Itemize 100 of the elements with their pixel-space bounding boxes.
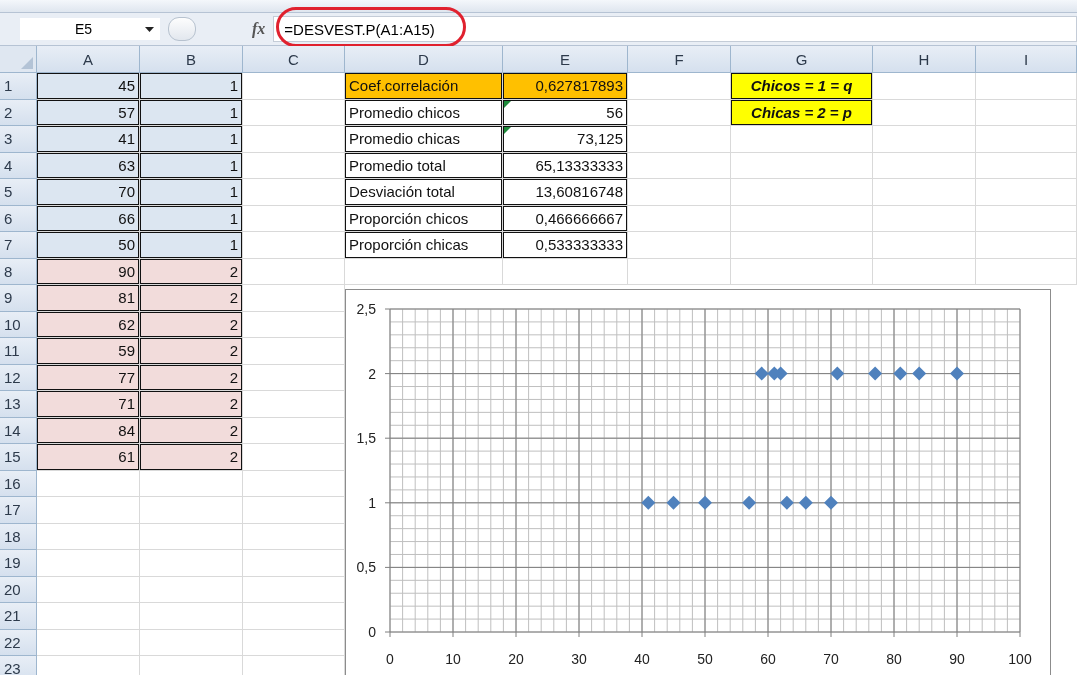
table-cell[interactable]: 1 bbox=[140, 179, 243, 206]
column-header[interactable]: E bbox=[503, 46, 628, 73]
row-header[interactable]: 18 bbox=[0, 523, 37, 550]
table-cell[interactable]: 63 bbox=[37, 152, 140, 179]
table-cell[interactable]: 90 bbox=[37, 258, 140, 285]
table-cell[interactable]: 2 bbox=[140, 258, 243, 285]
table-cell[interactable]: 2 bbox=[140, 338, 243, 365]
row-header[interactable]: 4 bbox=[0, 152, 37, 179]
row-header[interactable]: 9 bbox=[0, 285, 37, 312]
table-cell[interactable]: Proporción chicas bbox=[345, 232, 503, 259]
table-cell[interactable]: 13,60816748 bbox=[503, 179, 628, 206]
table-cell[interactable]: 2 bbox=[140, 391, 243, 418]
row-header[interactable]: 17 bbox=[0, 497, 37, 524]
row-header[interactable]: 5 bbox=[0, 179, 37, 206]
row-header[interactable]: 22 bbox=[0, 629, 37, 656]
table-cell[interactable]: 1 bbox=[140, 126, 243, 153]
table-cell[interactable]: 2 bbox=[140, 364, 243, 391]
table-cell[interactable]: Coef.correlación bbox=[345, 73, 503, 100]
table-cell[interactable]: Promedio chicos bbox=[345, 99, 503, 126]
table-cell[interactable]: 71 bbox=[37, 391, 140, 418]
data-point bbox=[779, 495, 794, 510]
axis-label: 1 bbox=[368, 494, 376, 511]
axis-label: 0,5 bbox=[356, 559, 376, 576]
table-cell[interactable]: 1 bbox=[140, 205, 243, 232]
data-point bbox=[666, 495, 681, 510]
table-cell[interactable]: 77 bbox=[37, 364, 140, 391]
table-cell[interactable]: Promedio total bbox=[345, 152, 503, 179]
table-cell[interactable]: 2 bbox=[140, 311, 243, 338]
table-cell[interactable]: 1 bbox=[140, 99, 243, 126]
table-cell[interactable]: 1 bbox=[140, 73, 243, 100]
table-cell[interactable]: 70 bbox=[37, 179, 140, 206]
chart-area[interactable]: 0 0,5 1 1,5 2 2,5 0 10 20 30 40 50 60 70 80 90 100 bbox=[345, 289, 1051, 675]
table-cell[interactable]: 50 bbox=[37, 232, 140, 259]
column-header[interactable]: G bbox=[731, 46, 873, 73]
caret-icon[interactable] bbox=[145, 26, 154, 32]
column-header[interactable]: D bbox=[345, 46, 503, 73]
table-cell[interactable]: 41 bbox=[37, 126, 140, 153]
row-header[interactable]: 20 bbox=[0, 576, 37, 603]
table-cell[interactable]: Chicas = 2 = p bbox=[731, 99, 873, 126]
column-header[interactable]: H bbox=[873, 46, 976, 73]
triangle-icon bbox=[21, 57, 33, 69]
axis-label: 50 bbox=[697, 651, 713, 667]
column-header[interactable]: I bbox=[976, 46, 1077, 73]
table-cell[interactable]: 0,627817893 bbox=[503, 73, 628, 100]
row-header[interactable]: 15 bbox=[0, 444, 37, 471]
axis-label: 0 bbox=[368, 624, 376, 640]
row-header[interactable]: 12 bbox=[0, 364, 37, 391]
insert-function-button[interactable]: fx bbox=[252, 20, 266, 38]
table-cell[interactable]: 61 bbox=[37, 444, 140, 471]
table-cell[interactable]: 2 bbox=[140, 285, 243, 312]
column-header[interactable]: F bbox=[628, 46, 731, 73]
column-header[interactable]: A bbox=[37, 46, 140, 73]
name-box[interactable]: E5 bbox=[20, 18, 160, 40]
table-cell[interactable]: 73,125 bbox=[503, 126, 628, 153]
row-header[interactable]: 10 bbox=[0, 311, 37, 338]
row-header[interactable]: 13 bbox=[0, 391, 37, 418]
table-cell[interactable]: Desviación total bbox=[345, 179, 503, 206]
table-cell[interactable]: Promedio chicas bbox=[345, 126, 503, 153]
table-cell[interactable]: 56 bbox=[503, 99, 628, 126]
row-header[interactable]: 11 bbox=[0, 338, 37, 365]
table-cell[interactable]: 2 bbox=[140, 417, 243, 444]
table-cell[interactable]: 0,533333333 bbox=[503, 232, 628, 259]
axis-label: 10 bbox=[445, 651, 461, 667]
row-header[interactable]: 8 bbox=[0, 258, 37, 285]
table-cell[interactable]: 59 bbox=[37, 338, 140, 365]
row-header[interactable]: 3 bbox=[0, 126, 37, 153]
table-cell[interactable]: 57 bbox=[37, 99, 140, 126]
table-cell[interactable]: 81 bbox=[37, 285, 140, 312]
table-cell[interactable]: 0,466666667 bbox=[503, 205, 628, 232]
data-point bbox=[912, 366, 927, 381]
row-header[interactable]: 7 bbox=[0, 232, 37, 259]
table-cell[interactable]: 1 bbox=[140, 232, 243, 259]
table-cell[interactable]: 1 bbox=[140, 152, 243, 179]
table-cell[interactable]: 2 bbox=[140, 444, 243, 471]
row-header[interactable]: 1 bbox=[0, 73, 37, 100]
select-all-button[interactable] bbox=[0, 46, 37, 73]
column-header[interactable]: C bbox=[243, 46, 345, 73]
table-cell[interactable]: 84 bbox=[37, 417, 140, 444]
table-cell[interactable]: 65,13333333 bbox=[503, 152, 628, 179]
row-header[interactable]: 14 bbox=[0, 417, 37, 444]
row-header[interactable]: 6 bbox=[0, 205, 37, 232]
row-header[interactable]: 19 bbox=[0, 550, 37, 577]
axis-label: 1,5 bbox=[356, 430, 376, 447]
data-point bbox=[754, 366, 769, 381]
table-cell[interactable]: 45 bbox=[37, 73, 140, 100]
table-cell[interactable]: 66 bbox=[37, 205, 140, 232]
axis-label: 40 bbox=[634, 651, 650, 667]
formula-field[interactable]: =DESVEST.P(A1:A15) bbox=[273, 16, 1077, 42]
column-header[interactable]: B bbox=[140, 46, 243, 73]
table-cell[interactable]: Proporción chicos bbox=[345, 205, 503, 232]
row-header[interactable]: 21 bbox=[0, 603, 37, 630]
table-cell[interactable]: 62 bbox=[37, 311, 140, 338]
table-cell[interactable]: Chicos = 1 = q bbox=[731, 73, 873, 100]
row-header[interactable]: 16 bbox=[0, 470, 37, 497]
row-header[interactable]: 2 bbox=[0, 99, 37, 126]
expand-handle[interactable] bbox=[168, 17, 196, 41]
axis-label: 70 bbox=[823, 651, 839, 667]
data-point bbox=[742, 495, 757, 510]
row-header[interactable]: 23 bbox=[0, 656, 37, 675]
axis-label: 60 bbox=[760, 651, 776, 667]
